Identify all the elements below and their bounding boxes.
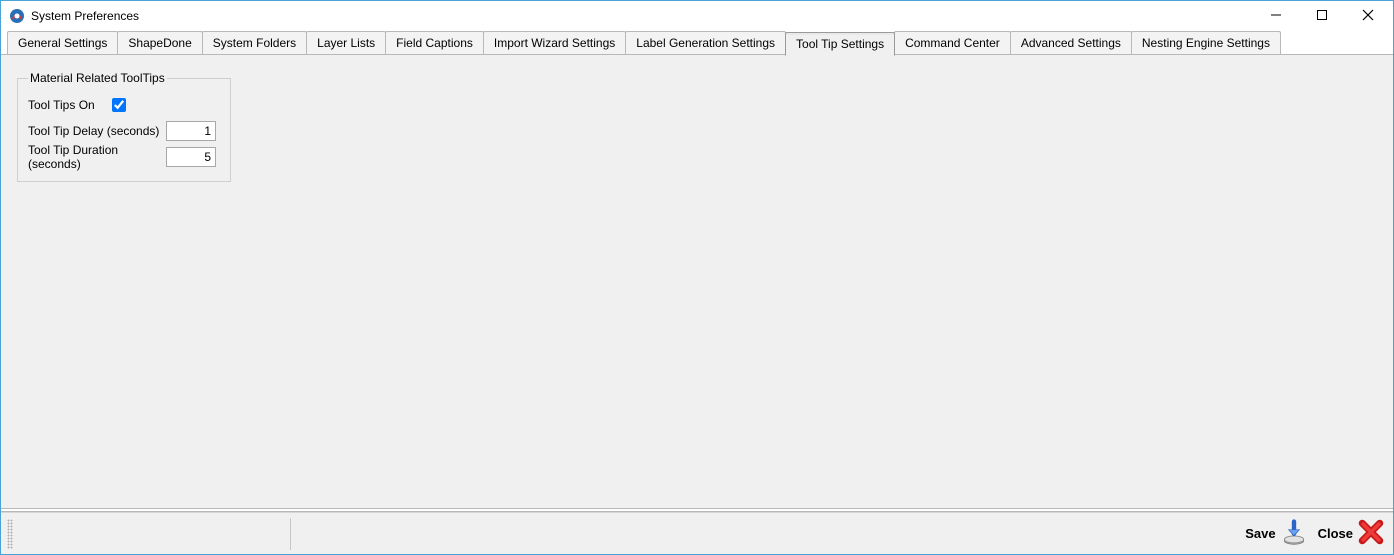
tab-system-folders[interactable]: System Folders [202, 31, 307, 54]
grip-icon [7, 519, 13, 549]
save-button-label: Save [1245, 526, 1275, 541]
tab-tool-tip-settings[interactable]: Tool Tip Settings [785, 32, 895, 56]
tab-nesting-engine-settings[interactable]: Nesting Engine Settings [1131, 31, 1281, 54]
window-controls [1253, 1, 1391, 31]
tooltip-delay-label: Tool Tip Delay (seconds) [28, 124, 166, 138]
tab-import-wizard-settings[interactable]: Import Wizard Settings [483, 31, 626, 54]
close-button[interactable] [1345, 1, 1391, 29]
material-tooltips-group: Material Related ToolTips Tool Tips On T… [17, 71, 231, 182]
tooltip-delay-input[interactable] [166, 121, 216, 141]
app-icon [9, 8, 25, 24]
titlebar: System Preferences [1, 1, 1393, 31]
tab-command-center[interactable]: Command Center [894, 31, 1011, 54]
tab-layer-lists[interactable]: Layer Lists [306, 31, 386, 54]
tooltips-on-label: Tool Tips On [28, 98, 112, 112]
close-button-label: Close [1318, 526, 1353, 541]
action-bar: Save Close [1, 512, 1393, 554]
tab-field-captions[interactable]: Field Captions [385, 31, 484, 54]
tooltips-on-checkbox[interactable] [112, 98, 126, 112]
maximize-button[interactable] [1299, 1, 1345, 29]
tab-shapedone[interactable]: ShapeDone [117, 31, 202, 54]
content-area: Material Related ToolTips Tool Tips On T… [1, 55, 1393, 508]
tooltip-duration-input[interactable] [166, 147, 216, 167]
tooltip-duration-row: Tool Tip Duration (seconds) [28, 147, 220, 167]
preferences-window: System Preferences General SettingsShape… [0, 0, 1394, 555]
status-cell [15, 518, 291, 550]
close-action-button[interactable]: Close [1316, 516, 1387, 551]
minimize-button[interactable] [1253, 1, 1299, 29]
tooltip-delay-row: Tool Tip Delay (seconds) [28, 121, 220, 141]
window-title: System Preferences [31, 9, 139, 23]
tooltip-duration-label: Tool Tip Duration (seconds) [28, 143, 166, 171]
close-x-icon [1357, 518, 1385, 549]
tab-general-settings[interactable]: General Settings [7, 31, 118, 54]
save-button[interactable]: Save [1243, 516, 1309, 551]
group-legend: Material Related ToolTips [28, 71, 167, 85]
tab-advanced-settings[interactable]: Advanced Settings [1010, 31, 1132, 54]
tooltips-on-row: Tool Tips On [28, 95, 220, 115]
tab-label-generation-settings[interactable]: Label Generation Settings [625, 31, 786, 54]
save-to-disk-icon [1280, 518, 1308, 549]
tab-strip: General SettingsShapeDoneSystem FoldersL… [1, 31, 1393, 55]
